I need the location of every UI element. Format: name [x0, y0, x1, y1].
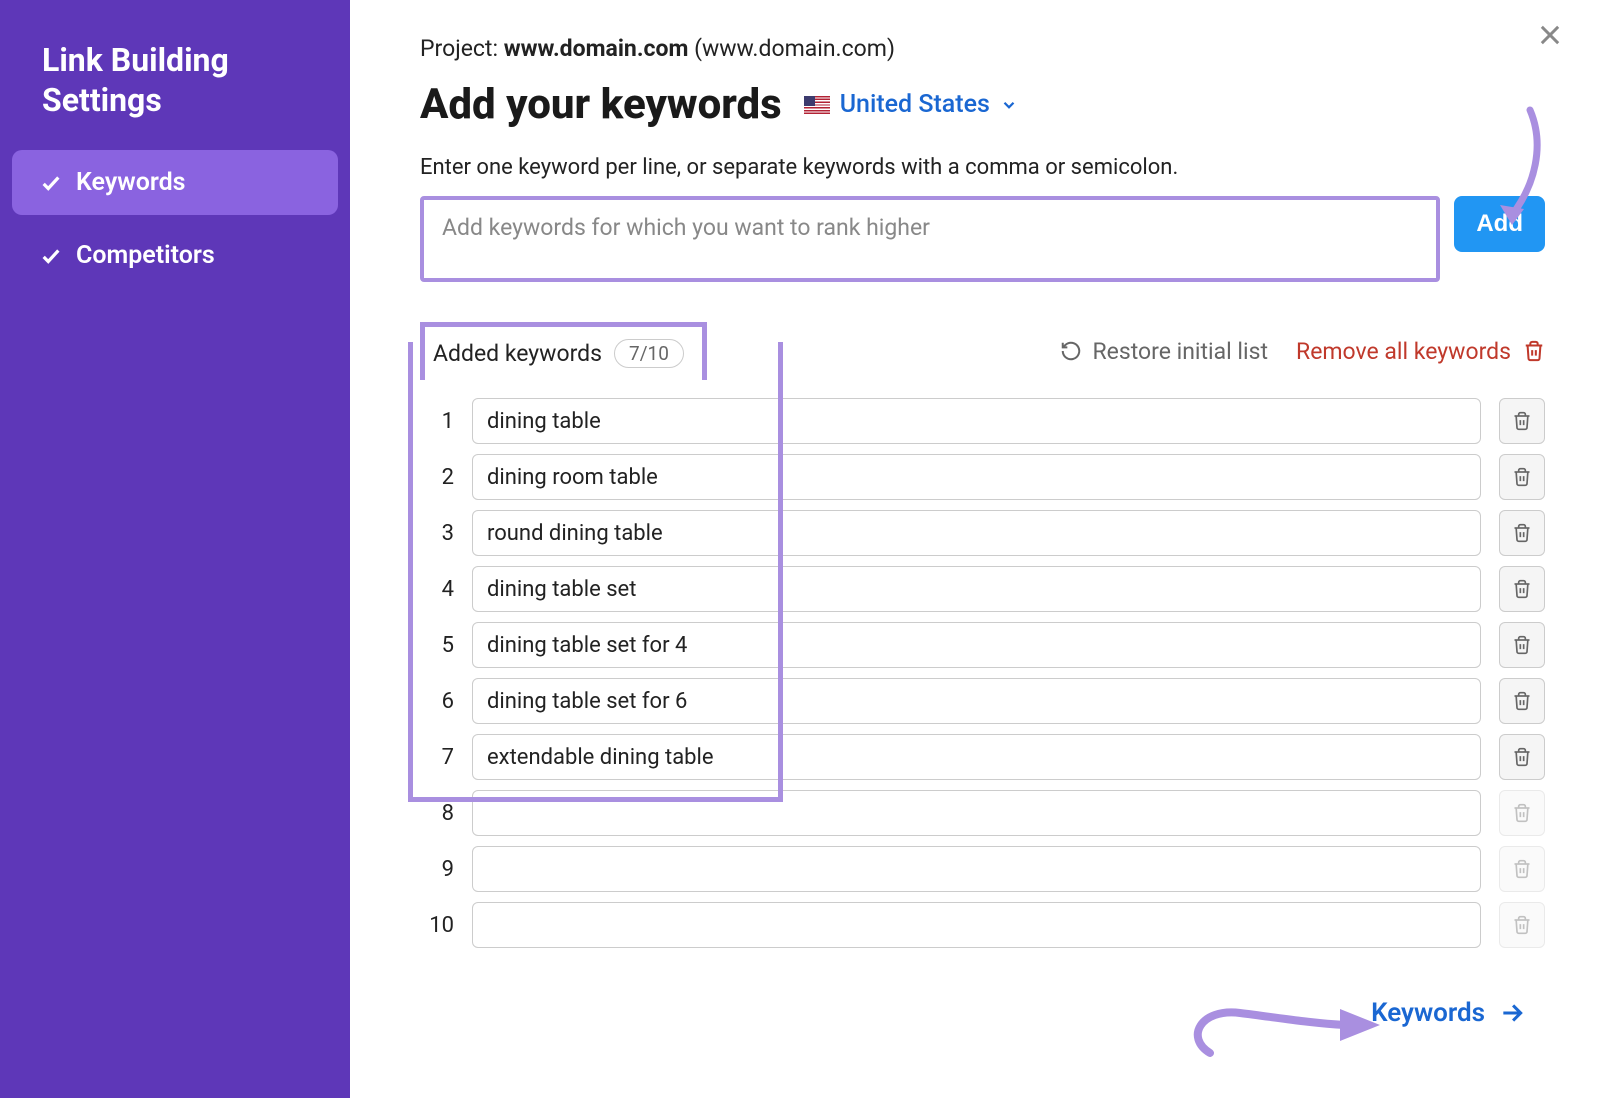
row-number: 9 [420, 857, 454, 882]
trash-icon [1523, 340, 1545, 362]
sidebar-item-keywords[interactable]: Keywords [12, 150, 338, 215]
list-actions: Restore initial list Remove all keywords [1060, 338, 1545, 365]
keyword-textarea[interactable] [420, 196, 1440, 282]
add-button[interactable]: Add [1454, 196, 1545, 252]
delete-keyword-button[interactable] [1499, 566, 1545, 612]
added-keywords-label: Added keywords [433, 340, 602, 367]
sidebar: Link Building Settings Keywords Competit… [0, 0, 350, 1098]
keyword-row: 5 [420, 622, 1545, 668]
delete-keyword-button[interactable] [1499, 398, 1545, 444]
row-number: 1 [420, 409, 454, 434]
project-domain-paren: (www.domain.com) [688, 35, 895, 62]
keyword-row: 8 [420, 790, 1545, 836]
remove-all-keywords-button[interactable]: Remove all keywords [1296, 338, 1545, 365]
keyword-row: 1 [420, 398, 1545, 444]
trash-icon [1512, 915, 1532, 935]
project-label: Project: [420, 35, 504, 62]
row-number: 4 [420, 577, 454, 602]
delete-keyword-button [1499, 902, 1545, 948]
list-header: Added keywords 7/10 Restore initial list… [420, 322, 1545, 380]
arrow-right-icon [1499, 1000, 1525, 1026]
country-label: United States [840, 90, 990, 119]
instruction-text: Enter one keyword per line, or separate … [420, 155, 1545, 180]
trash-icon [1512, 747, 1532, 767]
trash-icon [1512, 803, 1532, 823]
keywords-next-button[interactable]: Keywords [1371, 998, 1525, 1028]
check-icon [40, 172, 62, 194]
keyword-input[interactable] [472, 678, 1481, 724]
delete-keyword-button [1499, 846, 1545, 892]
row-number: 2 [420, 465, 454, 490]
keyword-input[interactable] [472, 510, 1481, 556]
keyword-input[interactable] [472, 566, 1481, 612]
trash-icon [1512, 579, 1532, 599]
keyword-input[interactable] [472, 902, 1481, 948]
row-number: 3 [420, 521, 454, 546]
keyword-row: 10 [420, 902, 1545, 948]
close-icon [1536, 21, 1564, 49]
trash-icon [1512, 859, 1532, 879]
trash-icon [1512, 635, 1532, 655]
keyword-row: 7 [420, 734, 1545, 780]
keyword-input[interactable] [472, 846, 1481, 892]
row-number: 5 [420, 633, 454, 658]
trash-icon [1512, 411, 1532, 431]
keywords-count-badge: 7/10 [614, 339, 684, 368]
trash-icon [1512, 467, 1532, 487]
trash-icon [1512, 691, 1532, 711]
delete-keyword-button [1499, 790, 1545, 836]
trash-icon [1512, 523, 1532, 543]
delete-keyword-button[interactable] [1499, 622, 1545, 668]
keyword-row: 6 [420, 678, 1545, 724]
next-label: Keywords [1371, 998, 1485, 1028]
sidebar-item-competitors[interactable]: Competitors [12, 223, 338, 288]
project-domain: www.domain.com [504, 35, 689, 62]
delete-keyword-button[interactable] [1499, 454, 1545, 500]
check-icon [40, 245, 62, 267]
keyword-row: 2 [420, 454, 1545, 500]
keyword-input-row: Add [420, 196, 1545, 282]
delete-keyword-button[interactable] [1499, 734, 1545, 780]
keyword-input[interactable] [472, 398, 1481, 444]
project-line: Project: www.domain.com (www.domain.com) [420, 35, 1545, 62]
keyword-row: 3 [420, 510, 1545, 556]
sidebar-title: Link Building Settings [12, 30, 338, 150]
chevron-down-icon [1000, 96, 1018, 114]
keyword-list: 1 2 3 4 5 6 7 8 9 10 [420, 398, 1545, 948]
row-number: 8 [420, 801, 454, 826]
keyword-input[interactable] [472, 790, 1481, 836]
close-button[interactable] [1530, 15, 1570, 55]
restore-label: Restore initial list [1092, 338, 1268, 365]
remove-all-label: Remove all keywords [1296, 338, 1511, 365]
sidebar-item-label: Keywords [76, 168, 186, 197]
delete-keyword-button[interactable] [1499, 678, 1545, 724]
keyword-input[interactable] [472, 734, 1481, 780]
delete-keyword-button[interactable] [1499, 510, 1545, 556]
page-title: Add your keywords [420, 80, 782, 129]
keyword-input[interactable] [472, 454, 1481, 500]
keyword-row: 4 [420, 566, 1545, 612]
row-number: 7 [420, 745, 454, 770]
restore-icon [1060, 340, 1082, 362]
keyword-row: 9 [420, 846, 1545, 892]
main-content: Project: www.domain.com (www.domain.com)… [350, 0, 1600, 1098]
row-number: 10 [420, 913, 454, 938]
sidebar-item-label: Competitors [76, 241, 215, 270]
page-title-row: Add your keywords United States [420, 80, 1545, 129]
restore-initial-list-button[interactable]: Restore initial list [1060, 338, 1268, 365]
footer: Keywords [420, 998, 1545, 1028]
row-number: 6 [420, 689, 454, 714]
added-keywords-header: Added keywords 7/10 [420, 322, 707, 380]
us-flag-icon [804, 96, 830, 114]
keyword-input[interactable] [472, 622, 1481, 668]
country-selector[interactable]: United States [804, 90, 1018, 119]
